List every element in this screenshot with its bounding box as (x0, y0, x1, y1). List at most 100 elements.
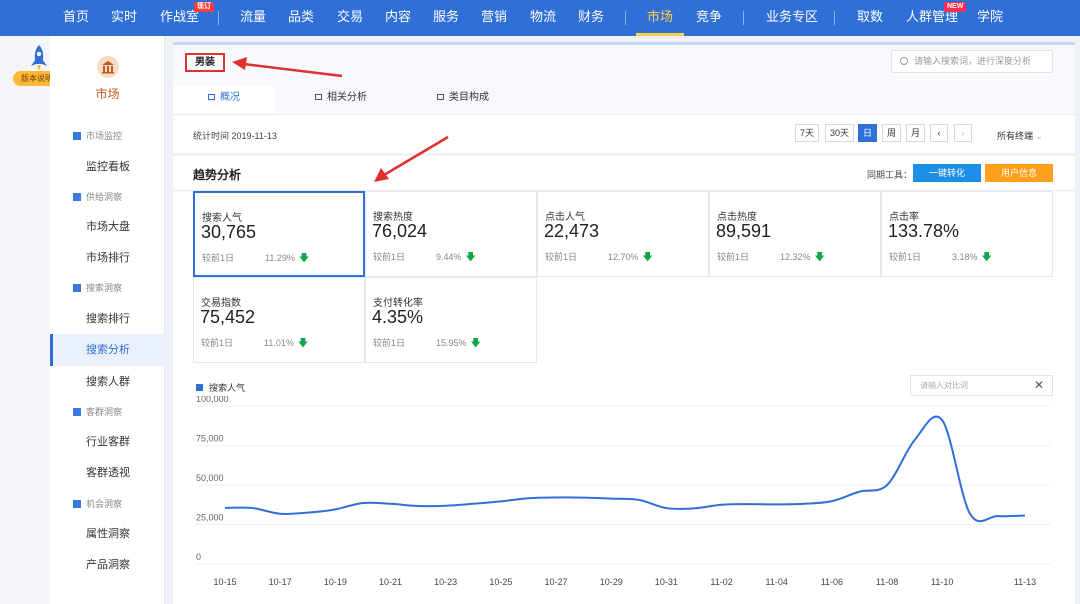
metric-card-search-popularity[interactable]: 搜索人气 30,765 较前1日 11.29% 🡇 (193, 191, 365, 277)
sidebar-item-attribute-insight[interactable]: 属性洞察 (50, 519, 165, 549)
metric-card-transaction-index[interactable]: 交易指数 75,452 较前1日 11.01% 🡇 (193, 277, 365, 363)
metric-change: 3.18% 🡇 (952, 250, 992, 267)
range-7d-button[interactable]: 7天 (795, 124, 820, 142)
nav-marketing[interactable]: 营销 (481, 0, 507, 36)
arrow-down-icon: 🡇 (465, 252, 476, 263)
x-tick-label: 11-02 (710, 577, 732, 587)
nav-market[interactable]: 市场 (636, 0, 684, 36)
nav-service[interactable]: 服务 (433, 0, 459, 36)
metric-value: 30,765 (201, 222, 257, 242)
sidebar-item-product-insight[interactable]: 产品洞察 (50, 550, 165, 580)
rocket-icon (31, 45, 47, 71)
nav-data-fetch[interactable]: 取数 (857, 0, 883, 36)
metric-compare-label: 较前1日 (545, 252, 578, 262)
tab-related-analysis[interactable]: 相关分析 (313, 86, 369, 114)
sidebar-item-search-ranking[interactable]: 搜索排行 (50, 304, 165, 334)
nav-realtime[interactable]: 实时 (111, 0, 137, 36)
tab-bag-icon (437, 94, 444, 100)
terminal-select[interactable]: 所有终端 ⌄ (997, 129, 1043, 142)
tools-label: 同期工具： (867, 170, 913, 180)
arrow-down-icon: 🡇 (814, 252, 825, 263)
tab-overview[interactable]: 概况 (173, 86, 275, 114)
category-chip[interactable]: 男装 (185, 53, 225, 72)
top-navigation: 首页 实时 作战室 现订 流量 品类 交易 内容 服务 营销 物流 财务 市场 … (0, 0, 1080, 36)
tab-bag-icon (208, 94, 215, 100)
trend-title: 趋势分析 (193, 168, 242, 182)
search-analysis-header: 男装 请输入搜索词，进行深度分析 概况 相关分析 类目构成 统计时间 2019-… (173, 42, 1075, 153)
metric-card-click-rate[interactable]: 点击率 133.78% 较前1日 3.18% 🡇 (881, 191, 1053, 277)
range-month-button[interactable]: 月 (906, 124, 926, 142)
sidebar-item-market-overview[interactable]: 市场大盘 (50, 212, 165, 242)
metric-value: 4.35% (372, 307, 424, 327)
tab-category-composition[interactable]: 类目构成 (435, 86, 491, 114)
x-tick-label: 11-13 (1014, 577, 1036, 587)
metric-card-payment-conversion[interactable]: 支付转化率 4.35% 较前1日 15.95% 🡇 (365, 277, 537, 363)
metric-compare-label: 较前1日 (373, 252, 406, 262)
market-icon (96, 56, 119, 78)
prev-period-button[interactable]: ‹ (930, 124, 948, 142)
sidebar-item-market-ranking[interactable]: 市场排行 (50, 243, 165, 273)
x-tick-label: 10-31 (655, 577, 678, 587)
x-tick-label: 11-10 (931, 577, 953, 587)
x-tick-label: 10-21 (379, 577, 402, 587)
sidebar-item-industry-customers[interactable]: 行业客群 (50, 427, 165, 457)
sidebar-title: 市场 (95, 87, 120, 101)
sidebar-item-monitor-board[interactable]: 监控看板 (50, 152, 165, 182)
metric-card-click-popularity[interactable]: 点击人气 22,473 较前1日 12.70% 🡇 (537, 191, 709, 277)
arrow-down-icon: 🡇 (470, 338, 481, 349)
range-day-button[interactable]: 日 (858, 124, 878, 142)
nav-competition[interactable]: 竞争 (696, 0, 722, 36)
x-tick-label: 10-29 (600, 577, 623, 587)
nav-logistics[interactable]: 物流 (530, 0, 556, 36)
range-week-button[interactable]: 周 (882, 124, 902, 142)
user-info-button[interactable]: 用户信息 (985, 164, 1053, 182)
group-icon (73, 408, 81, 416)
arrow-down-icon: 🡇 (298, 253, 310, 264)
x-tick-label: 10-25 (489, 577, 512, 587)
keyword-search-input[interactable]: 请输入搜索词，进行深度分析 (891, 50, 1053, 73)
nav-category[interactable]: 品类 (288, 0, 314, 36)
y-tick-label: 100,000 (196, 396, 229, 404)
series-line-search-popularity[interactable] (224, 415, 1026, 523)
sidebar-group-opportunity-insight: 机会洞察 (73, 497, 122, 510)
close-icon[interactable]: ✕ (1034, 376, 1044, 395)
metric-compare-label: 较前1日 (717, 252, 750, 262)
metric-compare-label: 较前1日 (201, 338, 234, 348)
nav-traffic[interactable]: 流量 (240, 0, 266, 36)
nav-home[interactable]: 首页 (63, 0, 89, 36)
y-tick-label: 25,000 (196, 513, 224, 523)
nav-divider (218, 11, 219, 25)
metric-card-search-heat[interactable]: 搜索热度 76,024 较前1日 9.44% 🡇 (365, 191, 537, 277)
metric-value: 89,591 (716, 221, 772, 241)
tab-bag-icon (315, 94, 322, 100)
next-period-button[interactable]: › (954, 124, 972, 142)
nav-transaction[interactable]: 交易 (337, 0, 363, 36)
nav-content[interactable]: 内容 (385, 0, 411, 36)
metric-card-click-heat[interactable]: 点击热度 89,591 较前1日 12.32% 🡇 (709, 191, 881, 277)
metric-change: 15.95% 🡇 (436, 336, 481, 353)
one-click-convert-button[interactable]: 一键转化 (913, 164, 981, 182)
legend-swatch (196, 384, 203, 391)
metric-change: 9.44% 🡇 (436, 250, 476, 267)
sidebar-group-search-insight: 搜索洞察 (73, 281, 122, 294)
arrow-down-icon: 🡇 (297, 338, 309, 349)
group-icon (73, 500, 81, 508)
range-30d-button[interactable]: 30天 (825, 124, 855, 142)
metric-compare-label: 较前1日 (373, 338, 406, 348)
chevron-down-icon: ⌄ (1035, 131, 1044, 141)
arrow-down-icon: 🡇 (981, 252, 992, 263)
nav-divider (834, 11, 835, 25)
nav-academy[interactable]: 学院 (977, 0, 1003, 36)
nav-divider (743, 11, 744, 25)
compare-word-input[interactable]: 请输入对比词 ✕ (910, 375, 1053, 396)
nav-business-zone[interactable]: 业务专区 (766, 0, 818, 36)
sidebar-item-search-audience[interactable]: 搜索人群 (50, 367, 165, 397)
metric-compare-label: 较前1日 (889, 252, 922, 262)
x-tick-label: 10-23 (434, 577, 457, 587)
y-tick-label: 0 (196, 552, 201, 562)
nav-finance[interactable]: 财务 (578, 0, 604, 36)
sidebar-item-customer-perspective[interactable]: 客群透视 (50, 458, 165, 488)
group-icon (73, 132, 81, 140)
sidebar-item-search-analysis[interactable]: 搜索分析 (50, 334, 165, 366)
group-icon (73, 193, 81, 201)
